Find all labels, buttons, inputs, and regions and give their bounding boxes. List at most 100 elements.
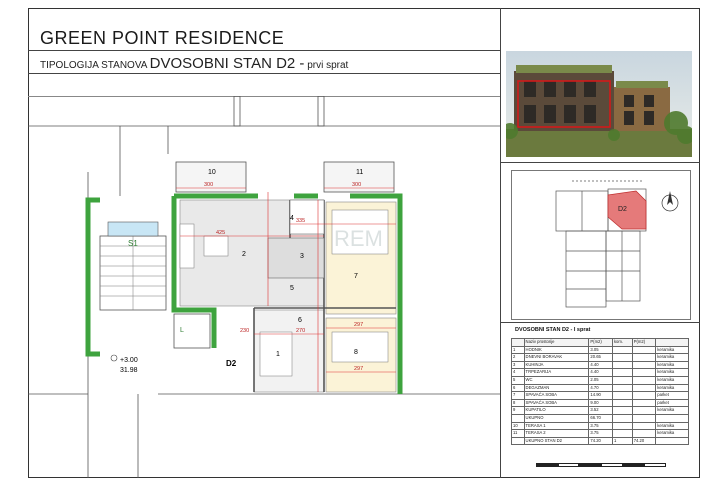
table-cell: 74.20 [588,436,613,446]
table-cell [611,429,633,438]
north-arrow-icon [661,191,679,212]
table-cell: keramika [655,421,689,431]
table-cell: keramika [655,368,689,377]
sofa [179,223,195,269]
level-mark: +3.00 31.98 [110,354,138,374]
table-cell: keramika [655,375,689,385]
table-cell: 9.00 [588,398,613,408]
room-number: 4 [290,215,294,222]
table-cell: keramika [655,406,689,415]
drawing-sheet: GREEN POINT RESIDENCE TIPOLOGIJA STANOVA… [0,0,711,480]
table-cell [611,398,633,408]
table-cell: 2.05 [588,375,613,385]
room-number: 3 [300,253,304,260]
dimension-label: 297 [354,322,363,328]
table-row: 7 SPAVAĆA SOBA 14.90 parket [511,391,689,400]
kitchen-counter [289,199,325,235]
dimension-label: 297 [354,366,363,372]
table-cell: 6 [511,383,525,393]
table-cell: 1 [611,436,633,446]
dimension-label: 270 [296,328,305,334]
room-number: 8 [354,349,358,356]
subtitle-divider [28,73,500,74]
table-cell: parket [655,398,689,408]
table-cell [611,406,633,415]
table-cell [631,383,657,393]
table-cell: keramika [655,345,689,355]
dimension-label: 425 [216,230,225,236]
table-cell [611,368,633,377]
table-cell [611,353,633,362]
table-cell [655,436,689,446]
table-cell: 3 [511,360,525,370]
table-cell: TERASA 1 [523,421,590,431]
table-cell [611,375,633,385]
level-mark-text: +3.00 [120,357,138,364]
header-cell [511,338,525,347]
building-rendering [506,51,692,157]
table-cell: 74.20 [631,436,657,446]
table-row: UKUPNO STAN D2 74.20 1 74.20 [511,436,689,446]
table-cell: HODNIK [523,345,590,355]
table-cell: keramika [655,360,689,370]
table-cell: 14.90 [588,391,613,400]
level-value: 31.98 [120,367,138,374]
table-row: 2 DNEVNI BORAVAK 20.65 keramika [511,353,689,362]
table-cell [631,406,657,415]
table-cell [611,345,633,355]
stair-label: S1 [128,239,138,248]
subtitle-suffix: prvi sprat [307,60,349,71]
table-cell: keramika [655,383,689,393]
stair-s1 [99,221,167,311]
title-divider [28,50,500,51]
header-cell [655,338,689,347]
table-cell: 11 [511,429,525,438]
room-table-header: Naziv prostorije P(m2) kom. P(m2) [511,338,689,347]
table-cell: 66.70 [588,413,613,423]
coffee-table [203,235,229,257]
table-cell [611,421,633,431]
table-cell: DEGAZMAN [523,383,590,393]
dimension-label: 300 [352,182,361,188]
table-cell: 4.40 [588,368,613,377]
table-cell [631,360,657,370]
table-cell [631,429,657,438]
table-row: 9 KUPATILO 3.52 keramika [511,406,689,415]
table-cell: KUHINJA [523,360,590,370]
table-cell [611,383,633,393]
table-cell: TRPEZARIJA [523,368,590,377]
subtitle-prefix: TIPOLOGIJA STANOVA [40,60,147,71]
table-cell: 4.70 [588,383,613,393]
table-cell: TERASA 2 [523,429,590,438]
header-cell: kom. [611,338,633,347]
table-cell [611,360,633,370]
table-cell: 1 [511,345,525,355]
table-row: 10 TERASA 1 3.75 keramika [511,421,689,431]
watermark: REM [334,226,383,251]
room-number: 6 [298,317,302,324]
keyplan-unit-label: D2 [618,206,627,213]
table-cell: 3.75 [588,429,613,438]
table-row: 6 DEGAZMAN 4.70 keramika [511,383,689,393]
table-cell [611,391,633,400]
table-cell [631,391,657,400]
table-cell [655,413,689,423]
subtitle-main: DVOSOBNI STAN D2 - [149,55,305,72]
table-cell: 3.52 [588,406,613,415]
table-cell: 3.05 [588,345,613,355]
table-cell: 20.65 [588,353,613,362]
table-cell: 4.40 [588,360,613,370]
unit-type-title: TIPOLOGIJA STANOVA DVOSOBNI STAN D2 - pr… [40,55,348,72]
table-cell: 9 [511,406,525,415]
keyplan-divider [500,322,700,323]
table-cell: parket [655,391,689,400]
unit-label: D2 [226,359,237,368]
table-cell: 8 [511,398,525,408]
project-title: GREEN POINT RESIDENCE [40,28,285,48]
scale-bar [536,463,667,467]
header-cell: Naziv prostorije [523,338,590,347]
header-cell: P(m2) [588,338,613,347]
key-plan: D2 [511,170,691,320]
room-number: 10 [208,169,216,176]
table-cell [511,413,525,423]
